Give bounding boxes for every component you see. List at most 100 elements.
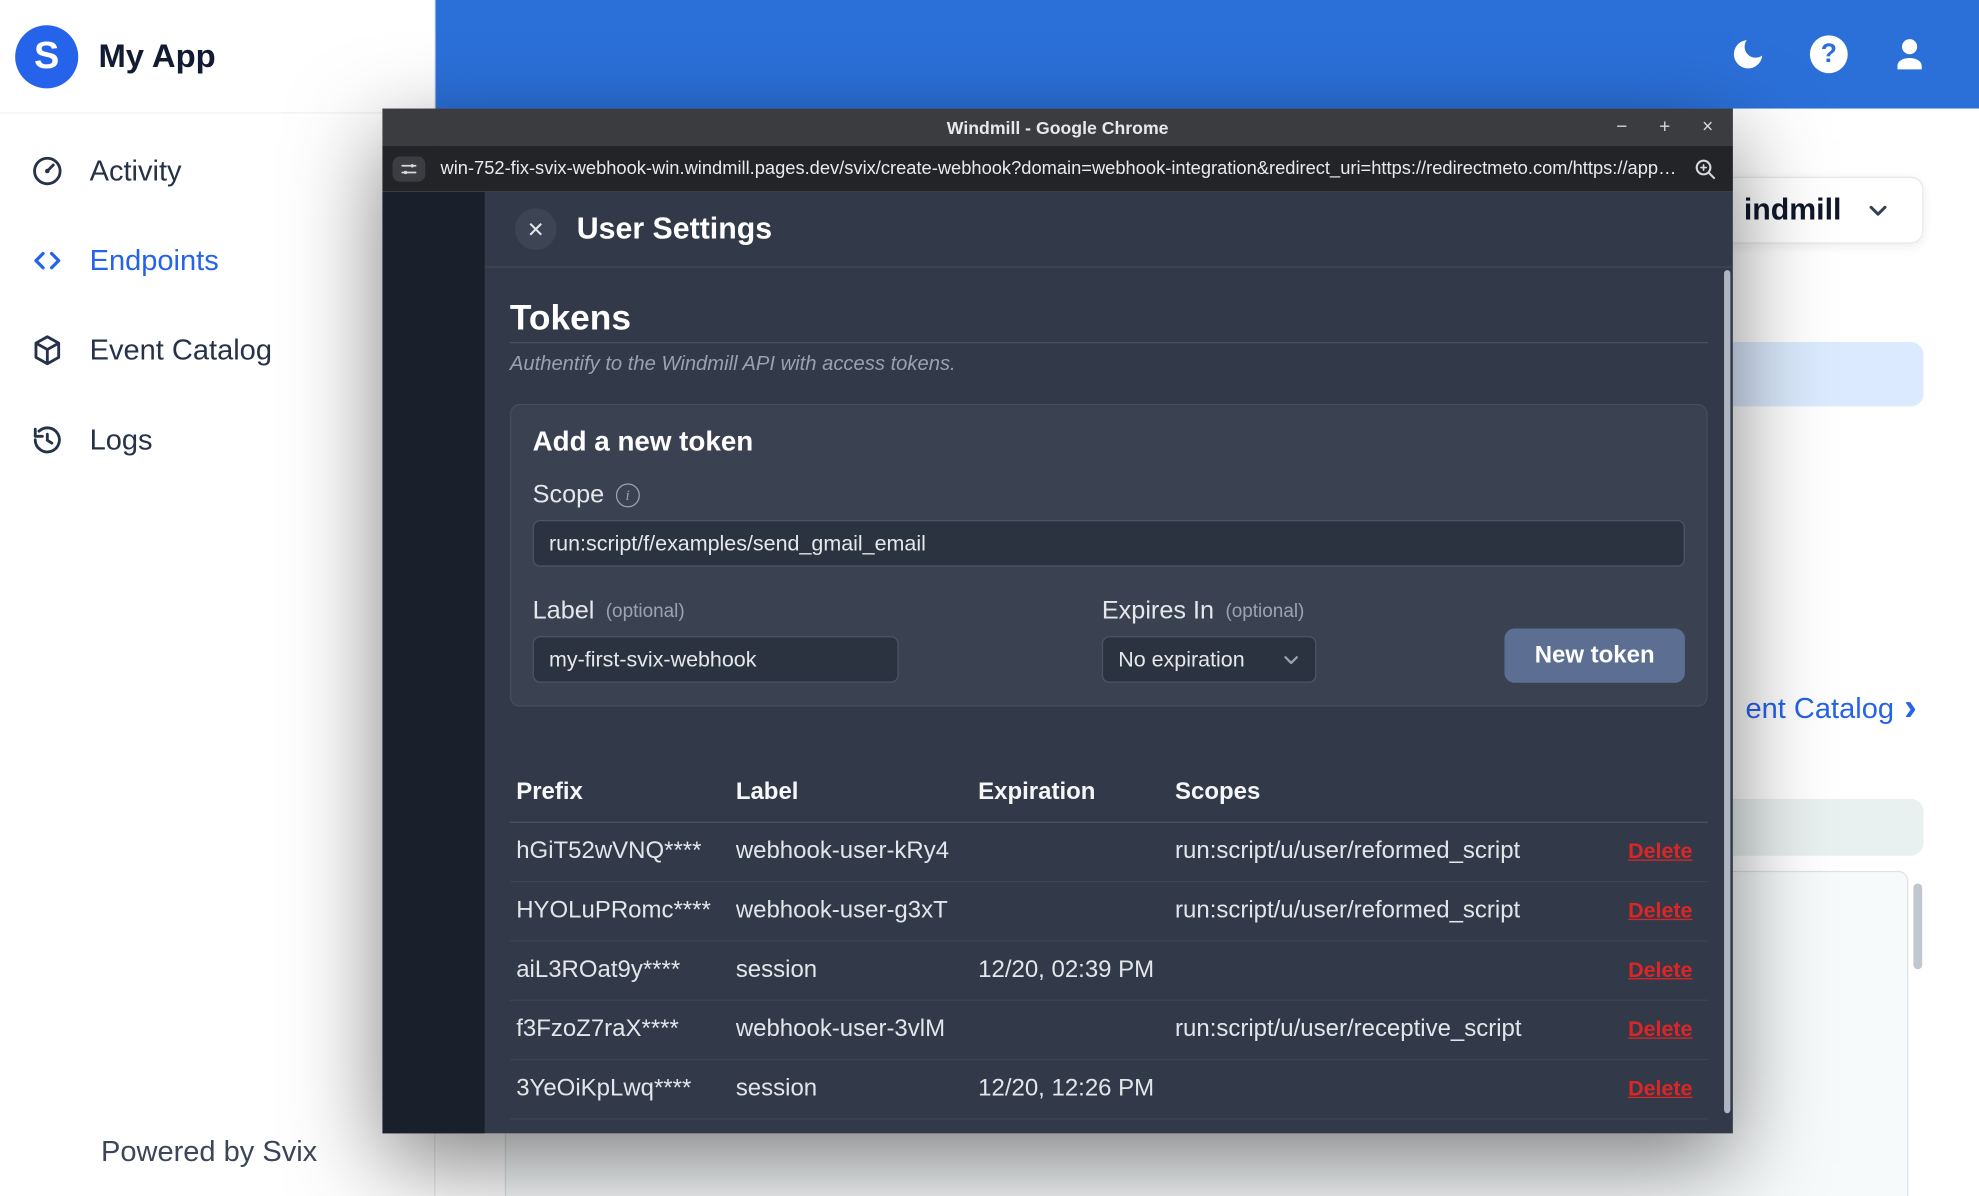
modal-body: Tokens Authentify to the Windmill API wi… bbox=[485, 268, 1733, 1134]
token-prefix: hGiT52wVNQ**** bbox=[516, 838, 702, 865]
token-prefix: f3FzoZ7raX**** bbox=[516, 1016, 679, 1043]
token-scopes: run:script/u/user/reformed_script bbox=[1175, 838, 1521, 865]
sidebar-nav: Activity Endpoints Event Catalog Logs bbox=[0, 114, 434, 498]
sidebar-header: S My App bbox=[0, 0, 435, 114]
label-input[interactable] bbox=[532, 636, 899, 683]
windmill-side-rail bbox=[382, 191, 485, 1134]
chevron-right-icon: › bbox=[1904, 686, 1917, 729]
sidebar-item-activity[interactable]: Activity bbox=[0, 126, 434, 216]
help-button[interactable]: ? bbox=[1807, 33, 1850, 76]
user-icon bbox=[1889, 34, 1929, 74]
expires-select[interactable]: No expiration bbox=[1101, 636, 1317, 683]
maximize-button[interactable]: + bbox=[1652, 113, 1677, 141]
expires-field-group: Expires In (optional) No expiration bbox=[1101, 574, 1317, 683]
info-icon: i bbox=[615, 483, 640, 508]
label-label: Label (optional) bbox=[533, 597, 899, 626]
catalog-cube-icon bbox=[30, 333, 64, 367]
dark-mode-toggle[interactable] bbox=[1727, 33, 1770, 76]
expires-optional-text: (optional) bbox=[1225, 600, 1305, 623]
column-header-scopes: Scopes bbox=[1175, 778, 1261, 805]
page-scrollbar-thumb[interactable] bbox=[1913, 883, 1923, 970]
token-scopes: run:script/u/user/receptive_script bbox=[1175, 1016, 1522, 1043]
column-header-label: Label bbox=[735, 778, 799, 805]
token-label: webhook-user-kRy4 bbox=[735, 838, 950, 865]
table-row: aiL3ROat9y**** session 12/20, 02:39 PM D… bbox=[509, 942, 1708, 1001]
code-brackets-icon bbox=[30, 244, 64, 278]
token-form-row: Label (optional) Expires In (optional) bbox=[532, 574, 1685, 683]
token-label: session bbox=[735, 956, 818, 984]
event-catalog-link[interactable]: ent Catalog › bbox=[1745, 686, 1917, 729]
activity-icon bbox=[30, 154, 64, 188]
delete-token-link[interactable]: Delete bbox=[1602, 1077, 1692, 1102]
screen: indmill ent Catalog › ? S My App Activit… bbox=[0, 0, 1979, 1196]
table-row: f3FzoZ7raX**** webhook-user-3vlM run:scr… bbox=[509, 1001, 1708, 1061]
column-header-expiration: Expiration bbox=[978, 778, 1096, 805]
new-token-button[interactable]: New token bbox=[1504, 628, 1685, 683]
user-menu-button[interactable] bbox=[1888, 33, 1931, 76]
site-settings-icon[interactable] bbox=[392, 155, 426, 182]
sidebar-item-label: Activity bbox=[89, 153, 182, 187]
sidebar-item-endpoints[interactable]: Endpoints bbox=[0, 216, 434, 306]
token-label: session bbox=[735, 1075, 818, 1102]
scope-label: Scope i bbox=[533, 481, 1685, 510]
label-field-group: Label (optional) bbox=[532, 574, 899, 683]
viewport: indmill ent Catalog › ? S My App Activit… bbox=[0, 0, 1979, 1196]
close-window-button[interactable]: × bbox=[1695, 113, 1720, 141]
chrome-titlebar[interactable]: Windmill - Google Chrome − + × bbox=[382, 108, 1733, 146]
sidebar-item-label: Logs bbox=[89, 422, 153, 456]
tokens-subtitle: Authentify to the Windmill API with acce… bbox=[509, 353, 956, 375]
expires-label-text: Expires In bbox=[1101, 596, 1215, 625]
modal-title: User Settings bbox=[576, 211, 773, 246]
table-row: hGiT52wVNQ**** webhook-user-kRy4 run:scr… bbox=[509, 823, 1708, 883]
app-title: My App bbox=[98, 36, 216, 75]
table-row: HYOLuPRomc**** webhook-user-g3xT run:scr… bbox=[509, 882, 1708, 942]
column-header-prefix: Prefix bbox=[516, 778, 583, 805]
close-modal-button[interactable]: × bbox=[514, 208, 557, 250]
modal-header: × User Settings bbox=[484, 192, 1733, 268]
window-controls: − + × bbox=[1609, 109, 1720, 146]
sidebar-item-event-catalog[interactable]: Event Catalog bbox=[0, 305, 434, 395]
event-catalog-link-label: ent Catalog bbox=[1745, 691, 1894, 724]
expires-label: Expires In (optional) bbox=[1102, 597, 1317, 626]
windmill-page: × User Settings Tokens Authentify to the… bbox=[382, 191, 1733, 1134]
chrome-window: Windmill - Google Chrome − + × win-752-f… bbox=[382, 108, 1733, 1134]
magnifier-icon[interactable] bbox=[1693, 156, 1718, 181]
delete-token-link[interactable]: Delete bbox=[1602, 839, 1692, 864]
modal-scrollbar-thumb[interactable] bbox=[1724, 270, 1731, 1114]
history-clock-icon bbox=[30, 423, 64, 457]
label-optional-text: (optional) bbox=[605, 600, 685, 623]
table-header-row: Prefix Label Expiration Scopes bbox=[509, 762, 1708, 823]
delete-token-link[interactable]: Delete bbox=[1602, 1017, 1692, 1042]
expires-selected-value: No expiration bbox=[1118, 646, 1245, 671]
tokens-table: Prefix Label Expiration Scopes hGiT52wVN… bbox=[509, 762, 1708, 1120]
sidebar-item-logs[interactable]: Logs bbox=[0, 395, 434, 485]
token-prefix: HYOLuPRomc**** bbox=[516, 897, 711, 924]
token-label: webhook-user-3vlM bbox=[735, 1016, 946, 1043]
token-label: webhook-user-g3xT bbox=[735, 897, 948, 924]
delete-token-link[interactable]: Delete bbox=[1602, 899, 1692, 924]
token-scopes: run:script/u/user/reformed_script bbox=[1175, 897, 1521, 924]
token-expiration: 12/20, 12:26 PM bbox=[978, 1075, 1155, 1102]
minimize-button[interactable]: − bbox=[1609, 113, 1634, 141]
sidebar: S My App Activity Endpoints Event Catalo… bbox=[0, 0, 436, 1196]
address-bar[interactable]: win-752-fix-svix-webhook-win.windmill.pa… bbox=[440, 158, 1677, 178]
moon-icon bbox=[1729, 35, 1767, 73]
environment-dropdown-label: indmill bbox=[1743, 192, 1842, 227]
table-row: 3YeOiKpLwq**** session 12/20, 12:26 PM D… bbox=[509, 1060, 1708, 1120]
delete-token-link[interactable]: Delete bbox=[1602, 958, 1692, 983]
app-logo: S bbox=[15, 24, 79, 88]
sidebar-item-label: Endpoints bbox=[89, 243, 219, 277]
add-token-card: Add a new token Scope i Label (optional) bbox=[509, 403, 1708, 707]
sidebar-item-label: Event Catalog bbox=[89, 333, 272, 367]
topbar: ? bbox=[435, 0, 1979, 109]
chrome-window-title: Windmill - Google Chrome bbox=[946, 116, 1169, 137]
add-token-title: Add a new token bbox=[532, 425, 754, 457]
chevron-down-icon bbox=[1280, 648, 1303, 671]
powered-by-svix: Powered by Svix bbox=[100, 1134, 318, 1168]
user-settings-modal: × User Settings Tokens Authentify to the… bbox=[484, 192, 1733, 1134]
token-prefix: 3YeOiKpLwq**** bbox=[516, 1075, 692, 1102]
tokens-heading: Tokens bbox=[509, 298, 1708, 344]
scope-input[interactable] bbox=[532, 519, 1685, 567]
token-expiration: 12/20, 02:39 PM bbox=[978, 956, 1155, 984]
chrome-urlbar: win-752-fix-svix-webhook-win.windmill.pa… bbox=[382, 145, 1733, 192]
